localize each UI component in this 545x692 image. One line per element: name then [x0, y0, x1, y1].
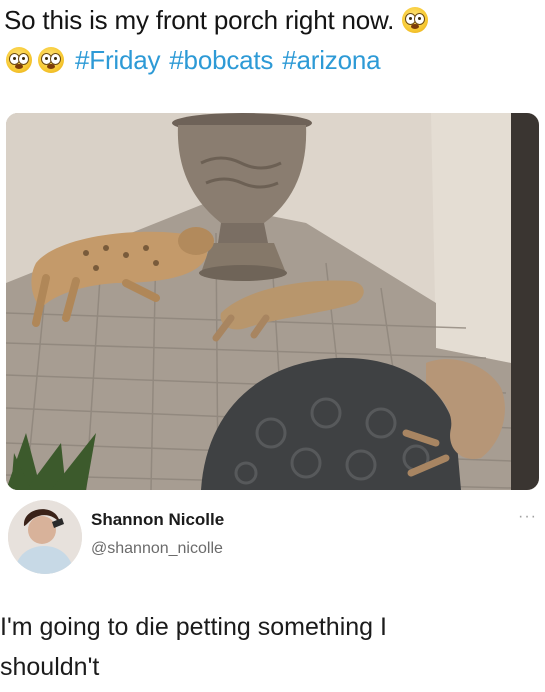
porch-bobcats-photo[interactable]	[6, 113, 539, 490]
avatar-image	[8, 500, 82, 574]
hashtag-arizona[interactable]: #arizona	[282, 45, 380, 75]
hashtag-list: #Friday #bobcats #arizona	[75, 40, 389, 80]
hashtag-bobcats[interactable]: #bobcats	[169, 45, 273, 75]
reply-text-line-2: shouldn't	[0, 653, 100, 681]
reply-text: I'm going to die petting something I sho…	[0, 607, 540, 687]
flushed-face-emoji-icon	[402, 7, 429, 33]
flushed-face-emoji-icon	[6, 47, 32, 73]
user-handle[interactable]: @shannon_nicolle	[91, 540, 223, 558]
avatar[interactable]	[8, 500, 82, 574]
porch-photo-illustration	[6, 113, 539, 490]
post-caption: So this is my front porch right now. #Fr…	[4, 0, 540, 80]
caption-line-2: #Friday #bobcats #arizona	[4, 40, 540, 80]
reply-profile: Shannon Nicolle @shannon_nicolle ···	[3, 494, 543, 584]
flushed-face-emoji-icon	[38, 47, 64, 73]
reply-text-line-1: I'm going to die petting something I	[0, 613, 387, 641]
caption-text: So this is my front porch right now.	[4, 5, 395, 35]
hashtag-friday[interactable]: #Friday	[75, 45, 160, 75]
caption-line-1: So this is my front porch right now.	[4, 0, 540, 40]
display-name[interactable]: Shannon Nicolle	[91, 510, 224, 530]
more-options-icon[interactable]: ···	[518, 508, 537, 526]
